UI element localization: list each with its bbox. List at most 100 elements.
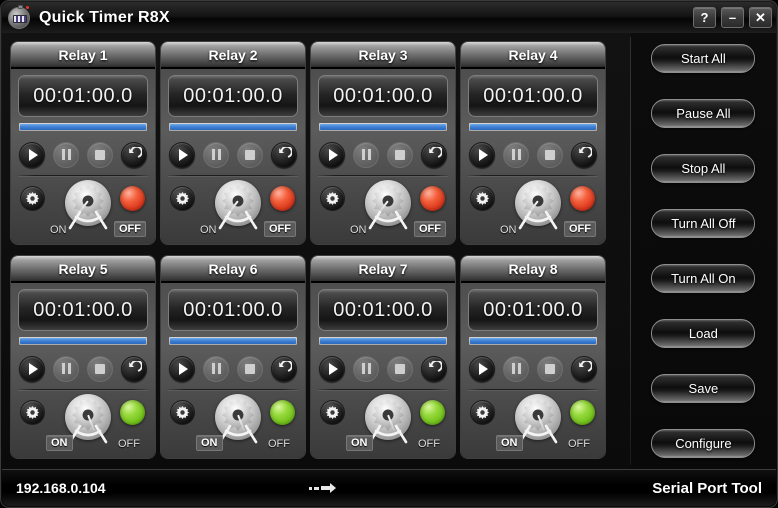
progress-bar-fill-8 <box>470 338 596 344</box>
stop-button-5[interactable] <box>87 355 113 382</box>
timer-display-3[interactable]: 00:01:00.0 <box>318 75 448 117</box>
on-label-7[interactable]: ON <box>346 434 373 451</box>
on-label-1[interactable]: ON <box>46 223 71 237</box>
stop-button-2[interactable] <box>237 141 263 168</box>
settings-button-1[interactable] <box>20 186 45 211</box>
relay-title-2[interactable]: Relay 2 <box>161 42 305 67</box>
rotary-knob-5[interactable] <box>65 394 111 444</box>
title-bar[interactable]: Quick Timer R8X ? – ✕ <box>2 2 776 33</box>
pause-button-7[interactable] <box>353 355 379 382</box>
pause-button-8[interactable] <box>503 355 529 382</box>
play-button-6[interactable] <box>169 355 195 382</box>
timer-display-7[interactable]: 00:01:00.0 <box>318 289 448 331</box>
relay-title-6[interactable]: Relay 6 <box>161 256 305 281</box>
on-label-8[interactable]: ON <box>496 434 523 451</box>
settings-button-6[interactable] <box>170 400 195 425</box>
turn-all-off-button[interactable]: Turn All Off <box>651 209 756 238</box>
relay-title-1[interactable]: Relay 1 <box>11 42 155 67</box>
off-label-1[interactable]: OFF <box>114 220 146 237</box>
settings-button-5[interactable] <box>20 400 45 425</box>
pause-button-3[interactable] <box>353 141 379 168</box>
reset-button-2[interactable] <box>271 141 297 168</box>
close-button[interactable]: ✕ <box>749 7 772 28</box>
relay-title-4[interactable]: Relay 4 <box>461 42 605 67</box>
pause-icon <box>361 363 371 374</box>
minimize-button[interactable]: – <box>721 7 744 28</box>
start-all-button[interactable]: Start All <box>651 44 756 73</box>
reset-button-1[interactable] <box>121 141 147 168</box>
stop-button-7[interactable] <box>387 355 413 382</box>
stop-button-1[interactable] <box>87 141 113 168</box>
settings-button-8[interactable] <box>470 400 495 425</box>
settings-button-2[interactable] <box>170 186 195 211</box>
reset-button-6[interactable] <box>271 355 297 382</box>
timer-display-8[interactable]: 00:01:00.0 <box>468 289 598 331</box>
off-label-2[interactable]: OFF <box>264 220 296 237</box>
rotary-knob-6[interactable] <box>215 394 261 444</box>
reset-icon <box>429 360 442 372</box>
stop-button-4[interactable] <box>537 141 563 168</box>
reset-button-7[interactable] <box>421 355 447 382</box>
play-button-2[interactable] <box>169 141 195 168</box>
timer-display-1[interactable]: 00:01:00.0 <box>18 75 148 117</box>
relay-title-7[interactable]: Relay 7 <box>311 256 455 281</box>
turn-all-on-button[interactable]: Turn All On <box>651 264 756 293</box>
pause-button-2[interactable] <box>203 141 229 168</box>
rotary-knob-4[interactable] <box>515 180 561 230</box>
stop-button-3[interactable] <box>387 141 413 168</box>
play-button-8[interactable] <box>469 355 495 382</box>
help-button[interactable]: ? <box>693 7 716 28</box>
pause-button-5[interactable] <box>53 355 79 382</box>
on-label-4[interactable]: ON <box>496 223 521 237</box>
play-button-1[interactable] <box>19 141 45 168</box>
pause-all-button[interactable]: Pause All <box>651 99 756 128</box>
on-label-3[interactable]: ON <box>346 223 371 237</box>
play-button-7[interactable] <box>319 355 345 382</box>
stop-button-6[interactable] <box>237 355 263 382</box>
load-button[interactable]: Load <box>651 319 756 348</box>
off-label-4[interactable]: OFF <box>564 220 596 237</box>
relay-switch-area-4: ON OFF <box>468 180 598 239</box>
rotary-knob-8[interactable] <box>515 394 561 444</box>
on-label-2[interactable]: ON <box>196 223 221 237</box>
rotary-knob-3[interactable] <box>365 180 411 230</box>
pause-icon <box>61 149 71 160</box>
relay-title-8[interactable]: Relay 8 <box>461 256 605 281</box>
stop-all-button[interactable]: Stop All <box>651 154 756 183</box>
save-button[interactable]: Save <box>651 374 756 403</box>
pause-button-1[interactable] <box>53 141 79 168</box>
rotary-knob-7[interactable] <box>365 394 411 444</box>
off-label-3[interactable]: OFF <box>414 220 446 237</box>
on-label-6[interactable]: ON <box>196 434 223 451</box>
relay-title-5[interactable]: Relay 5 <box>11 256 155 281</box>
rotary-knob-2[interactable] <box>215 180 261 230</box>
play-button-4[interactable] <box>469 141 495 168</box>
rotary-knob-1[interactable] <box>65 180 111 230</box>
timer-display-5[interactable]: 00:01:00.0 <box>18 289 148 331</box>
pause-button-6[interactable] <box>203 355 229 382</box>
reset-button-8[interactable] <box>571 355 597 382</box>
settings-button-3[interactable] <box>320 186 345 211</box>
relay-body-5: 00:01:00.0 ON OFF <box>11 281 155 458</box>
configure-button[interactable]: Configure <box>651 429 756 458</box>
play-button-5[interactable] <box>19 355 45 382</box>
off-label-5[interactable]: OFF <box>114 437 144 451</box>
relay-title-3[interactable]: Relay 3 <box>311 42 455 67</box>
reset-button-4[interactable] <box>571 141 597 168</box>
status-bar: 192.168.0.104 Serial Port Tool <box>2 469 776 506</box>
reset-button-3[interactable] <box>421 141 447 168</box>
onoff-labels-2: ON OFF <box>168 220 298 237</box>
play-button-3[interactable] <box>319 141 345 168</box>
off-label-7[interactable]: OFF <box>414 437 444 451</box>
stop-button-8[interactable] <box>537 355 563 382</box>
timer-display-6[interactable]: 00:01:00.0 <box>168 289 298 331</box>
settings-button-7[interactable] <box>320 400 345 425</box>
off-label-6[interactable]: OFF <box>264 437 294 451</box>
timer-display-2[interactable]: 00:01:00.0 <box>168 75 298 117</box>
off-label-8[interactable]: OFF <box>564 437 594 451</box>
pause-button-4[interactable] <box>503 141 529 168</box>
reset-button-5[interactable] <box>121 355 147 382</box>
on-label-5[interactable]: ON <box>46 434 73 451</box>
timer-display-4[interactable]: 00:01:00.0 <box>468 75 598 117</box>
settings-button-4[interactable] <box>470 186 495 211</box>
